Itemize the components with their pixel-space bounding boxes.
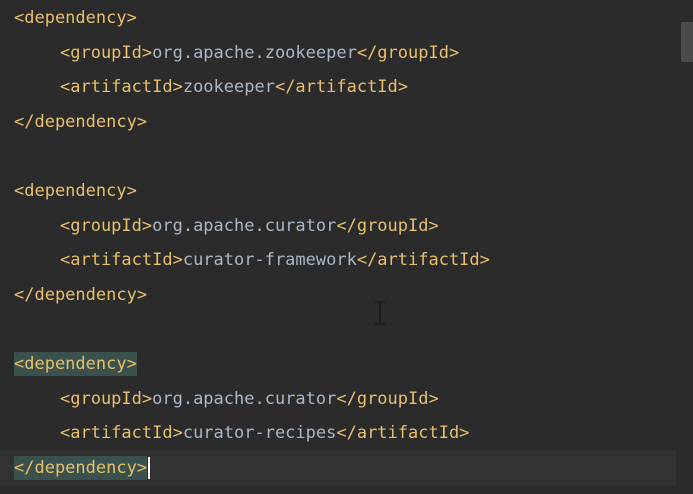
xml-text-value: org.apache.curator [152, 388, 337, 409]
code-line-empty[interactable] [0, 312, 676, 346]
xml-open-tag: <artifactId> [60, 250, 183, 271]
xml-open-tag: <groupId> [60, 215, 153, 236]
xml-open-tag: <groupId> [60, 388, 153, 409]
xml-close-tag: </groupId> [336, 215, 439, 236]
code-editor[interactable]: <dependency> <groupId>org.apache.zookeepe… [0, 0, 693, 494]
code-line[interactable]: </dependency> [0, 450, 676, 485]
code-line[interactable]: <groupId>org.apache.curator</groupId> [0, 209, 676, 243]
text-caret [148, 456, 151, 479]
xml-text-value: curator-framework [182, 250, 357, 271]
code-line[interactable]: <groupId>org.apache.curator</groupId> [0, 382, 676, 416]
xml-text-value: curator-recipes [182, 423, 337, 444]
xml-open-tag: <groupId> [60, 42, 153, 63]
xml-open-tag: <dependency> [14, 352, 137, 376]
code-line[interactable]: <dependency> [0, 1, 676, 35]
code-line[interactable]: <artifactId>curator-framework</artifactI… [0, 243, 676, 277]
xml-open-tag: <artifactId> [60, 77, 183, 98]
xml-open-tag: <artifactId> [60, 423, 183, 444]
xml-open-tag: </dependency> [14, 284, 148, 305]
xml-close-tag: </artifactId> [274, 77, 409, 98]
vertical-scrollbar[interactable] [676, 0, 693, 494]
code-line[interactable]: <artifactId>curator-recipes</artifactId> [0, 416, 676, 450]
xml-open-tag: <dependency> [14, 8, 137, 28]
code-line[interactable]: <dependency> [0, 347, 676, 381]
xml-open-tag: </dependency> [14, 455, 148, 480]
xml-text-value: org.apache.zookeeper [152, 42, 357, 63]
code-line[interactable]: </dependency> [0, 105, 676, 139]
code-line-empty[interactable] [0, 139, 676, 173]
xml-close-tag: </artifactId> [356, 250, 490, 271]
scrollbar-thumb[interactable] [681, 22, 693, 62]
xml-close-tag: </artifactId> [336, 423, 470, 444]
code-line[interactable]: </dependency> [0, 278, 676, 312]
xml-text-value: org.apache.curator [152, 215, 337, 236]
code-line[interactable]: <groupId>org.apache.zookeeper</groupId> [0, 36, 676, 70]
text-cursor-icon [374, 301, 386, 325]
code-line[interactable]: <artifactId>zookeeper</artifactId> [0, 70, 676, 104]
code-area[interactable]: <dependency> <groupId>org.apache.zookeepe… [0, 0, 676, 494]
xml-close-tag: </groupId> [356, 42, 460, 63]
xml-open-tag: </dependency> [14, 111, 148, 132]
xml-close-tag: </groupId> [336, 388, 439, 409]
xml-open-tag: <dependency> [14, 181, 137, 201]
xml-text-value: zookeeper [182, 77, 275, 98]
code-line[interactable]: <dependency> [0, 174, 676, 208]
